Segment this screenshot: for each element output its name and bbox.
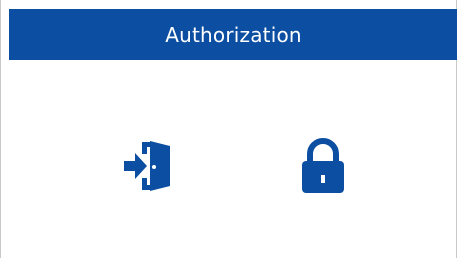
authorization-panel: Authorization xyxy=(0,0,457,258)
page-title: Authorization xyxy=(165,22,302,47)
login-door-icon xyxy=(124,141,170,191)
header-bar: Authorization xyxy=(9,9,457,60)
login-button[interactable] xyxy=(122,140,172,192)
lock-icon xyxy=(302,138,344,193)
lock-button[interactable] xyxy=(301,138,345,194)
